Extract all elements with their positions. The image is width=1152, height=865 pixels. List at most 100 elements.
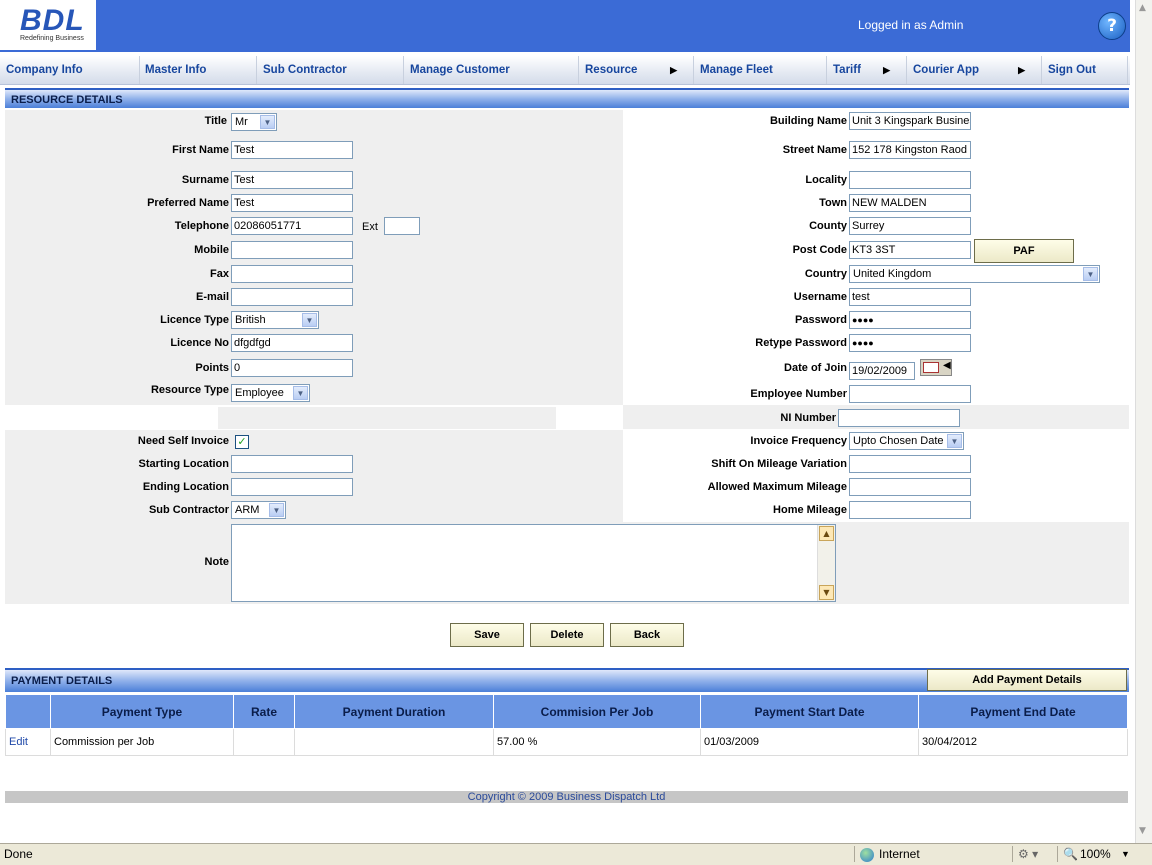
retype-password-label: Retype Password [755,337,847,349]
zoom-icon[interactable]: 🔍 [1063,847,1078,861]
building-name-field[interactable]: Unit 3 Kingspark Business [849,112,971,130]
delete-button[interactable]: Delete [530,623,604,647]
menu-company-info[interactable]: Company Info [0,56,140,84]
submenu-arrow-icon: ▶ [670,65,677,75]
ni-number-label: NI Number [780,412,836,424]
column-header: Payment Duration [294,694,494,729]
shift-on-mileage-field[interactable] [849,455,971,473]
points-field[interactable]: 0 [231,359,353,377]
first-name-field[interactable]: Test [231,141,353,159]
fax-field[interactable] [231,265,353,283]
licence-no-label: Licence No [170,337,229,349]
locality-field[interactable] [849,171,971,189]
scroll-up-icon[interactable]: ▲ [819,526,834,541]
county-label: County [809,220,847,232]
menu-courier-app[interactable]: Courier App ▶ [907,56,1042,84]
main-menu: Company Info Master Info Sub Contractor … [0,56,1130,85]
surname-field[interactable]: Test [231,171,353,189]
starting-location-field[interactable] [231,455,353,473]
chevron-down-icon: ▼ [1083,267,1098,281]
street-name-label: Street Name [782,144,847,156]
table-header-row: Payment Type Rate Payment Duration Commi… [5,694,1128,729]
chevron-down-icon: ▼ [293,386,308,400]
menu-master-info[interactable]: Master Info [139,56,257,84]
employee-number-label: Employee Number [750,388,847,400]
password-field[interactable]: ●●●● [849,311,971,329]
locality-label: Locality [805,174,847,186]
licence-no-field[interactable]: dfgdfgd [231,334,353,352]
edit-link[interactable]: Edit [5,728,51,756]
telephone-field[interactable]: 02086051771 [231,217,353,235]
title-select[interactable]: Mr ▼ [231,113,277,131]
scroll-down-icon[interactable]: ▼ [1139,826,1146,836]
logo[interactable]: BDL Redefining Business [0,0,96,50]
licence-type-label: Licence Type [160,314,229,326]
save-button[interactable]: Save [450,623,524,647]
table-row: Edit Commission per Job 57.00 % 01/03/20… [5,728,1128,756]
title-label: Title [204,115,227,127]
surname-label: Surname [181,174,229,186]
zoom-dropdown-icon[interactable]: ▼ [1121,849,1130,859]
resource-type-label: Resource Type [150,384,229,396]
chevron-down-icon: ▼ [947,434,962,448]
menu-sign-out[interactable]: Sign Out [1042,56,1128,84]
scroll-down-icon[interactable]: ▼ [819,585,834,600]
employee-number-field[interactable] [849,385,971,403]
calendar-icon[interactable]: ◀ [920,359,952,376]
allowed-max-mileage-field[interactable] [849,478,971,496]
spacer-panel [218,407,556,429]
email-field[interactable] [231,288,353,306]
paf-button[interactable]: PAF [974,239,1074,263]
date-of-join-field[interactable]: 19/02/2009 [849,362,915,380]
country-select[interactable]: United Kingdom ▼ [849,265,1100,283]
ni-number-field[interactable] [838,409,960,427]
mobile-field[interactable] [231,241,353,259]
invoice-frequency-select[interactable]: Upto Chosen Date ▼ [849,432,964,450]
add-payment-details-button[interactable]: Add Payment Details [927,669,1127,691]
sub-contractor-select[interactable]: ARM ▼ [231,501,286,519]
town-field[interactable]: NEW MALDEN [849,194,971,212]
back-button[interactable]: Back [610,623,684,647]
post-code-label: Post Code [792,244,847,256]
resource-type-select[interactable]: Employee ▼ [231,384,310,402]
duration-cell [294,728,494,756]
menu-resource[interactable]: Resource ▶ [579,56,694,84]
fax-label: Fax [210,268,229,280]
payment-type-cell: Commission per Job [50,728,234,756]
retype-password-field[interactable]: ●●●● [849,334,971,352]
need-self-invoice-checkbox[interactable]: ✓ [235,435,249,449]
licence-type-select[interactable]: British ▼ [231,311,319,329]
menu-manage-fleet[interactable]: Manage Fleet [694,56,827,84]
logo-tagline: Redefining Business [20,35,84,42]
menu-sub-contractor[interactable]: Sub Contractor [257,56,404,84]
note-textarea[interactable]: ▲ ▼ [231,524,836,602]
chevron-down-icon: ▼ [269,503,284,517]
logo-text: BDL [20,4,85,37]
calendar-grid-icon [923,362,939,373]
zoom-level[interactable]: 100% [1080,847,1111,861]
home-mileage-field[interactable] [849,501,971,519]
menu-manage-customer[interactable]: Manage Customer [404,56,579,84]
payment-table: Payment Type Rate Payment Duration Commi… [5,694,1128,756]
username-field[interactable]: test [849,288,971,306]
submenu-arrow-icon: ▶ [1018,65,1025,75]
calendar-arrow-icon: ◀ [943,360,951,371]
note-scrollbar[interactable]: ▲ ▼ [817,525,835,601]
ending-location-field[interactable] [231,478,353,496]
end-date-cell: 30/04/2012 [918,728,1128,756]
post-code-field[interactable]: KT3 3ST [849,241,971,259]
ext-field[interactable] [384,217,420,235]
menu-tariff[interactable]: Tariff ▶ [827,56,907,84]
start-date-cell: 01/03/2009 [700,728,919,756]
need-self-invoice-label: Need Self Invoice [137,435,229,447]
globe-icon [860,848,874,862]
help-icon[interactable]: ? [1098,12,1126,40]
street-name-field[interactable]: 152 178 Kingston Raod [849,141,971,159]
preferred-name-field[interactable]: Test [231,194,353,212]
county-field[interactable]: Surrey [849,217,971,235]
window-scrollbar[interactable]: ▲ ▼ [1135,0,1152,843]
protected-mode-icon[interactable]: ⚙ ▾ [1018,847,1038,861]
chevron-down-icon: ▼ [260,115,275,129]
scroll-up-icon[interactable]: ▲ [1139,3,1146,13]
resource-section-header: RESOURCE DETAILS [5,88,1129,108]
